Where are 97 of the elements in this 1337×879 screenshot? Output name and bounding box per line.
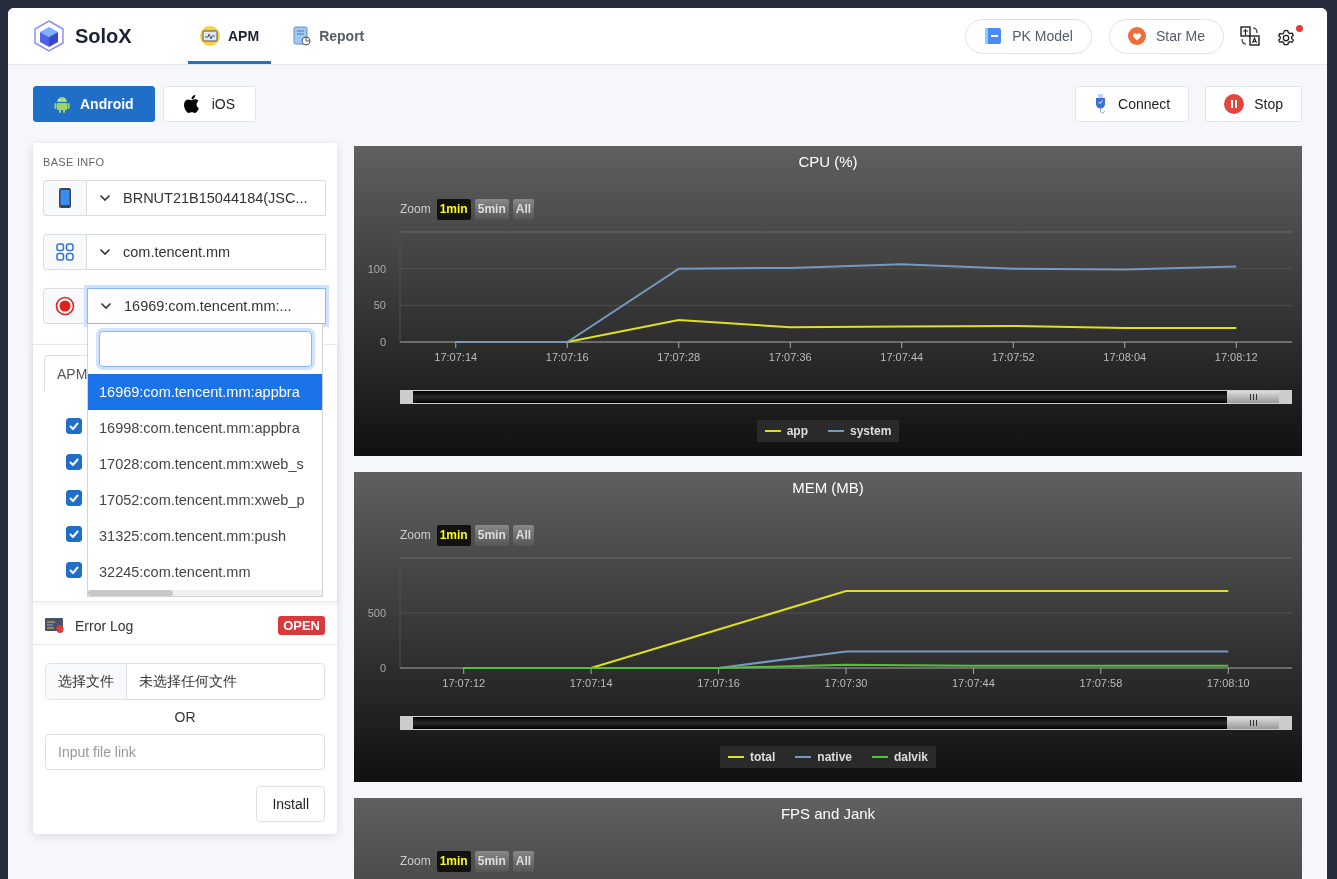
chart-title: MEM (MB) xyxy=(792,479,864,496)
android-icon xyxy=(54,95,70,113)
checkbox[interactable] xyxy=(66,418,82,434)
status-badge[interactable]: OPEN xyxy=(278,616,325,635)
install-button[interactable]: Install xyxy=(256,786,325,822)
zoom-label: Zoom xyxy=(400,854,431,868)
zoom-label: Zoom xyxy=(400,528,431,542)
or-separator: OR xyxy=(174,709,196,725)
platform-button[interactable]: Android xyxy=(33,86,155,122)
dropdown-option[interactable]: 16969:com.tencent.mm:appbra xyxy=(88,374,322,410)
checkbox[interactable] xyxy=(66,562,82,578)
document-chart-icon xyxy=(293,26,312,46)
dropdown-option[interactable]: 17028:com.tencent.mm:xweb_s xyxy=(88,446,322,482)
nav-tab[interactable]: APM xyxy=(188,8,272,64)
file-link-field[interactable]: Input file link xyxy=(45,734,325,770)
pk-icon xyxy=(984,27,1003,45)
axis-label: 17:07:16 xyxy=(697,677,740,689)
axis-label: 17:07:36 xyxy=(768,351,812,363)
axis-label: 0 xyxy=(379,662,386,674)
legend-item[interactable]: native xyxy=(795,750,852,764)
dropdown-option[interactable]: 17052:com.tencent.mm:xweb_p xyxy=(88,482,322,518)
choose-file-button[interactable]: 选择文件 xyxy=(46,664,127,699)
zoom-button[interactable]: 1min xyxy=(436,850,471,872)
select-field[interactable]: 16969:com.tencent.mm:... xyxy=(87,288,326,324)
zoom-button[interactable]: 1min xyxy=(436,524,471,546)
checkbox[interactable] xyxy=(66,490,82,506)
zoom-button[interactable]: 5min xyxy=(474,198,509,220)
legend-item[interactable]: dalvik xyxy=(872,750,929,764)
zoom-button[interactable]: All xyxy=(512,850,535,872)
zoom-label: Zoom xyxy=(400,202,431,216)
axis-label: 17:08:04 xyxy=(1103,351,1147,363)
check-icon xyxy=(69,458,79,466)
pause-circle-icon xyxy=(1224,94,1245,114)
monitor-chart-icon xyxy=(200,26,220,46)
stop-button[interactable]: Stop xyxy=(1205,86,1302,122)
dropdown-option[interactable]: 31325:com.tencent.mm:push xyxy=(88,518,322,554)
check-icon xyxy=(69,494,79,502)
record-icon xyxy=(55,296,75,316)
horizontal-scrollbar[interactable] xyxy=(88,590,322,596)
check-icon xyxy=(69,530,79,538)
axis-label: 17:07:16 xyxy=(545,351,589,363)
connect-button[interactable]: Connect xyxy=(1075,86,1190,122)
checkbox[interactable] xyxy=(66,454,82,470)
app-logo-text: SoloX xyxy=(75,24,132,48)
settings-icon[interactable] xyxy=(1277,25,1303,47)
section-title: BASE INFO xyxy=(43,156,105,168)
axis-label: 50 xyxy=(373,299,386,312)
axis-label: 17:07:14 xyxy=(569,677,613,689)
chevron-down-icon xyxy=(99,248,111,256)
axis-label: 17:07:52 xyxy=(991,351,1035,363)
select-field[interactable]: BRNUT21B15044184(JSC... xyxy=(87,180,326,216)
axis-label: 17:07:58 xyxy=(1079,677,1123,689)
chart-title: CPU (%) xyxy=(798,153,858,170)
star-me-button[interactable]: Star Me xyxy=(1109,18,1224,54)
axis-label: 17:07:44 xyxy=(880,351,924,363)
chevron-down-icon xyxy=(100,302,112,310)
legend-item[interactable]: app xyxy=(764,424,808,438)
platform-button[interactable]: iOS xyxy=(162,86,256,122)
zoom-button[interactable]: 5min xyxy=(474,524,509,546)
range-scrollbar[interactable] xyxy=(400,716,1292,730)
nav-tab[interactable]: Report xyxy=(281,8,377,64)
axis-label: 17:08:12 xyxy=(1214,351,1258,363)
zoom-button[interactable]: All xyxy=(512,198,535,220)
bug-log-icon xyxy=(45,617,65,634)
axis-label: 17:07:14 xyxy=(434,351,478,363)
legend-item[interactable]: total xyxy=(727,750,776,764)
axis-label: 500 xyxy=(367,607,386,619)
zoom-button[interactable]: 5min xyxy=(474,850,509,872)
axis-label: 17:07:44 xyxy=(952,677,995,689)
axis-label: 17:07:30 xyxy=(824,677,868,689)
check-icon xyxy=(69,566,79,574)
chart-title: FPS and Jank xyxy=(780,805,876,822)
chevron-down-icon xyxy=(99,194,111,202)
axis-label: 0 xyxy=(379,336,386,348)
zoom-button[interactable]: 1min xyxy=(436,198,471,220)
axis-label: 17:07:28 xyxy=(657,351,701,363)
axis-label: 17:07:12 xyxy=(442,677,486,689)
search-field[interactable] xyxy=(99,331,312,367)
legend-item[interactable]: system xyxy=(828,424,892,438)
apple-icon xyxy=(183,94,202,114)
cube-logo-icon xyxy=(34,20,64,52)
translate-icon[interactable] xyxy=(1240,26,1260,46)
dropdown-option[interactable]: 16998:com.tencent.mm:appbra xyxy=(88,410,322,446)
axis-label: 17:08:10 xyxy=(1206,677,1250,689)
dropdown-option[interactable]: 32245:com.tencent.mm xyxy=(88,554,322,590)
axis-label: 100 xyxy=(367,262,386,275)
select-field[interactable]: com.tencent.mm xyxy=(87,234,326,270)
file-input[interactable]: 选择文件 未选择任何文件 xyxy=(45,663,325,700)
phone-icon xyxy=(58,187,72,209)
check-icon xyxy=(69,422,79,430)
grid-apps-icon xyxy=(56,243,74,261)
pk-model-button[interactable]: PK Model xyxy=(965,18,1092,54)
file-status-text: 未选择任何文件 xyxy=(138,672,238,691)
checkbox[interactable] xyxy=(66,526,82,542)
error-log-label: Error Log xyxy=(75,617,134,634)
range-scrollbar[interactable] xyxy=(400,390,1292,404)
zoom-button[interactable]: All xyxy=(512,524,535,546)
